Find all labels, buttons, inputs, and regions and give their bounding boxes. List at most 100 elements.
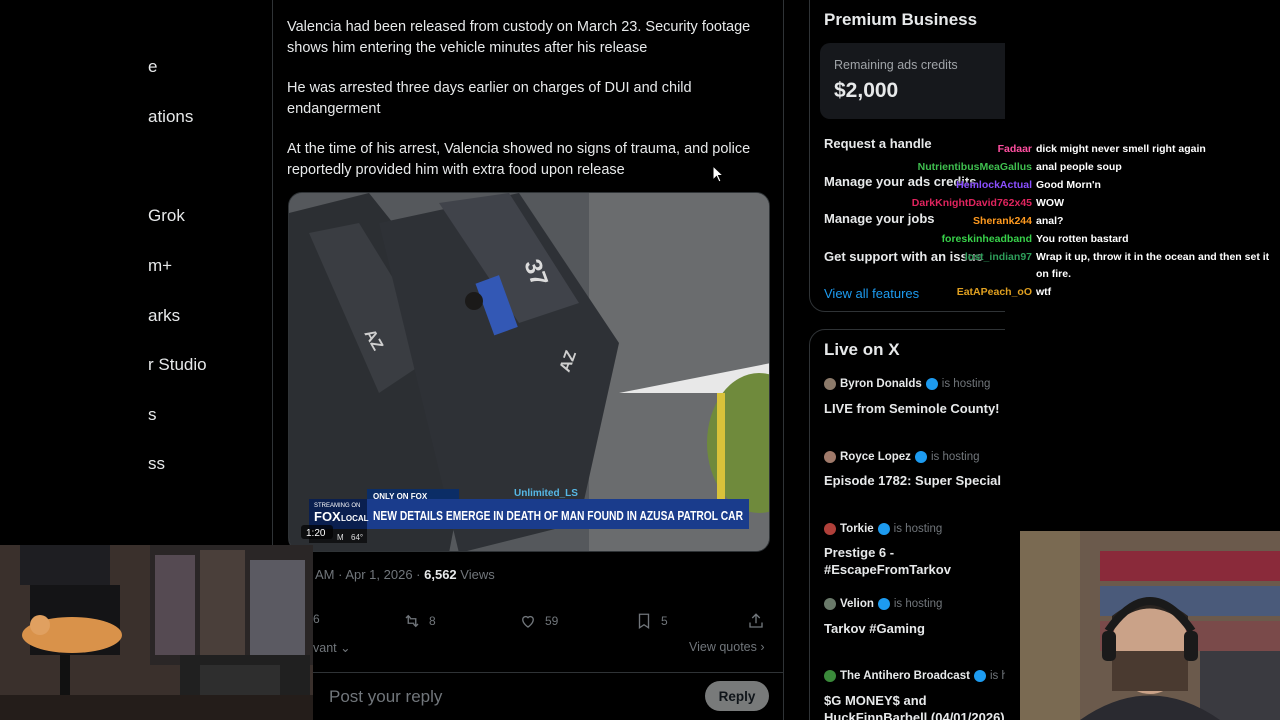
relevant-sort-dropdown[interactable]: vant ⌄ [313,640,351,655]
credits-value: $2,000 [834,79,899,102]
nav-item-creator-studio[interactable]: r Studio [148,355,207,375]
reply-count: 6 [313,612,320,626]
left-navigation: e ations Grok m+ arks r Studio s ss [148,0,272,545]
live-host-row[interactable]: Royce Lopez is hosting [824,451,980,463]
sort-label: vant [313,641,337,655]
chat-username: foreskinheadband [941,233,1032,245]
bookmark-count: 5 [661,614,668,628]
view-quotes-link[interactable]: View quotes › [689,640,765,654]
host-name: Torkie [840,523,874,535]
chevron-right-icon: › [756,640,765,654]
verified-badge-icon [877,598,890,610]
share-icon [749,613,763,628]
chat-message: dick might never smell right again [1036,143,1206,155]
chat-username: HemlockActual [956,179,1032,191]
repost-action[interactable]: 8 [403,612,436,630]
right-sidebar: Premium Business Remaining ads credits $… [809,0,1005,720]
avatar [824,523,836,535]
post-meta: AM · Apr 1, 2026 · 6,562 Views [315,567,495,582]
share-action[interactable] [747,612,765,630]
reply-input[interactable]: Post your reply [329,687,442,707]
webcam-left-cat [0,545,313,720]
chat-username: lost_indian97 [964,251,1032,263]
verified-badge-icon [925,378,938,390]
chat-username: DarkKnightDavid762x45 [911,197,1032,209]
post-paragraph: Valencia had been released from custody … [287,19,751,56]
nav-item-lists[interactable]: s [148,405,157,425]
avatar [824,598,836,610]
chat-message: anal? [1036,215,1064,227]
request-handle-link[interactable]: Request a handle [824,136,932,151]
video-time-partial: M [337,533,344,542]
mouse-cursor-icon [712,165,724,183]
manage-ads-credits-link[interactable]: Manage your ads credits [824,174,976,189]
hosting-label: is hosting [989,670,1005,682]
chat-username: EatAPeach_oO [956,286,1032,298]
credits-label: Remaining ads credits [834,58,958,72]
webcam-right-image [1020,531,1280,720]
video-player[interactable]: 37 AZ AZ Unlimited_LS ONLY ON FOX STREAM… [288,192,770,552]
hosting-label: is hosting [930,451,980,463]
post-paragraph: He was arrested three days earlier on ch… [287,80,692,117]
get-support-link[interactable]: Get support with an issue [824,249,983,264]
host-name: Royce Lopez [840,451,911,463]
reply-action[interactable]: 6 [313,612,320,626]
reply-button[interactable]: Reply [705,681,769,711]
views-label: Views [460,567,495,582]
live-title[interactable]: LIVE from Seminole County! [824,400,1005,417]
logo-sub: LOCAL [341,514,369,523]
chat-message: Wrap it up, throw it in the ocean and th… [1036,251,1270,280]
nav-item-grok[interactable]: Grok [148,206,185,226]
logo-main: FOX [314,509,341,524]
chat-message: anal people soup [1036,161,1122,173]
live-title[interactable]: $G MONEY$ and HuckFinnBarbell (04/01/202… [824,692,1005,720]
chat-username: Fadaar [997,143,1032,155]
verified-badge-icon [973,670,986,682]
repost-icon [405,614,419,628]
reply-composer: Post your reply Reply [313,672,783,720]
panel-title: Live on X [824,340,900,359]
verified-badge-icon [877,523,890,535]
nav-item-business[interactable]: ss [148,454,165,474]
view-quotes-label: View quotes [689,640,757,654]
panel-title: Premium Business [824,10,978,29]
video-frame-image: 37 AZ AZ Unlimited_LS ONLY ON FOX STREAM… [289,193,769,551]
post-paragraph: At the time of his arrest, Valencia show… [287,141,751,178]
post-detail-column: Valencia had been released from custody … [272,0,784,720]
manage-jobs-link[interactable]: Manage your jobs [824,211,935,226]
video-headline: NEW DETAILS EMERGE IN DEATH OF MAN FOUND… [373,508,743,523]
like-count: 59 [545,614,559,628]
chevron-down-icon: ⌄ [336,641,351,655]
live-title[interactable]: Prestige 6 - #EscapeFromTarkov [824,544,1005,578]
hosting-label: is hosting [893,598,943,610]
nav-item-home[interactable]: e [148,57,157,77]
video-temperature: 64° [351,533,363,542]
chat-message: WOW [1036,197,1064,209]
live-host-row[interactable]: Torkie is hosting [824,523,942,535]
heart-icon [522,615,534,628]
video-duration: 1:20 [306,528,326,539]
avatar [824,378,836,390]
nav-item-premium[interactable]: m+ [148,256,172,276]
premium-business-panel: Premium Business Remaining ads credits $… [809,0,1005,312]
post-timestamp[interactable]: AM · Apr 1, 2026 · [315,567,421,582]
nav-item-notifications[interactable]: ations [148,107,193,127]
bookmark-action[interactable]: 5 [635,612,668,630]
like-action[interactable]: 59 [519,612,558,630]
repost-count: 8 [429,614,436,628]
chat-message: wtf [1036,286,1052,298]
chat-message: Good Morn'n [1036,179,1101,191]
live-on-x-panel: Live on X Byron Donalds is hosting LIVE … [809,329,1005,720]
live-host-row[interactable]: Byron Donalds is hosting [824,378,990,390]
webcam-left-image [0,545,313,720]
host-name: Byron Donalds [840,378,922,390]
credits-card: Remaining ads credits $2,000 [820,43,1005,119]
live-title[interactable]: Tarkov #Gaming [824,620,1005,637]
webcam-right-streamer [1020,531,1280,720]
live-host-row[interactable]: The Antihero Broadcast is hosting [824,670,1005,682]
live-host-row[interactable]: Velion is hosting [824,598,942,610]
live-title[interactable]: Episode 1782: Super Special [824,472,1005,489]
view-all-features-link[interactable]: View all features [824,286,919,301]
video-watermark: Unlimited_LS [514,488,578,499]
nav-item-bookmarks[interactable]: arks [148,306,180,326]
